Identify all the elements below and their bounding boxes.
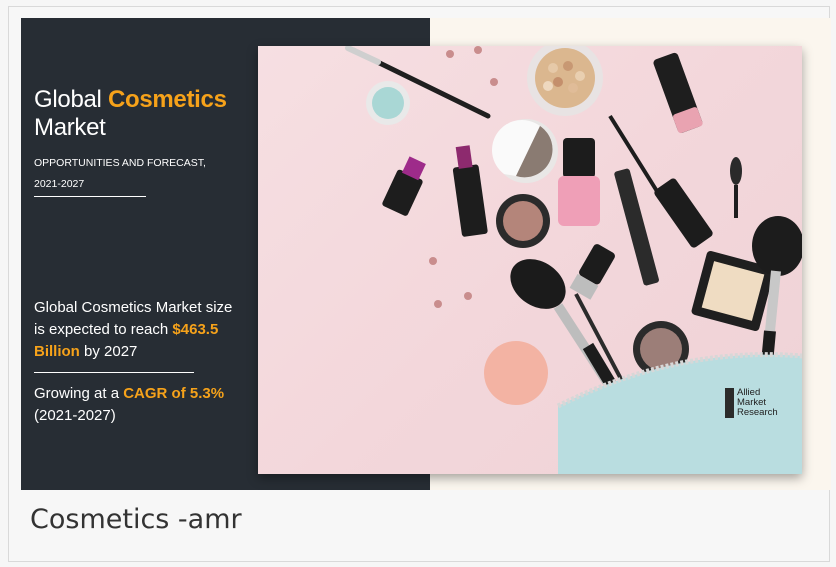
banner-title-line2: Market [34,114,106,141]
title-accent: Cosmetics [107,86,227,113]
cosmetics-illustration [345,46,802,474]
allied-market-research-logo: Allied Market Research [725,386,795,422]
subtitle-line1: OPPORTUNITIES AND FORECAST, [34,157,206,169]
cosmetics-photo: Allied Market Research [258,46,802,474]
banner-subtitle: OPPORTUNITIES AND FORECAST, 2021-2027 [34,153,234,195]
stat2-value: CAGR of 5.3% [123,385,225,402]
image-frame: Global Cosmetics Market OPPORTUNITIES AN… [8,6,831,562]
logo-line3: Research [737,407,778,418]
divider [34,196,146,197]
stat1-suffix: by 2027 [84,343,138,360]
market-banner-image[interactable]: Global Cosmetics Market OPPORTUNITIES AN… [21,18,831,490]
stat2-prefix: Growing at a [34,385,120,402]
stat2-period: (2021-2027) [34,407,116,424]
banner-title: Global Cosmetics [34,86,227,114]
subtitle-line2: 2021-2027 [34,178,85,190]
divider [34,372,194,373]
logo-mark-icon [725,388,734,418]
cagr-stat: Growing at a CAGR of 5.3% (2021-2027) [34,383,264,427]
title-prefix: Global [34,86,102,113]
image-caption: Cosmetics -amr [30,504,242,535]
market-size-stat: Global Cosmetics Market size is expected… [34,297,244,363]
